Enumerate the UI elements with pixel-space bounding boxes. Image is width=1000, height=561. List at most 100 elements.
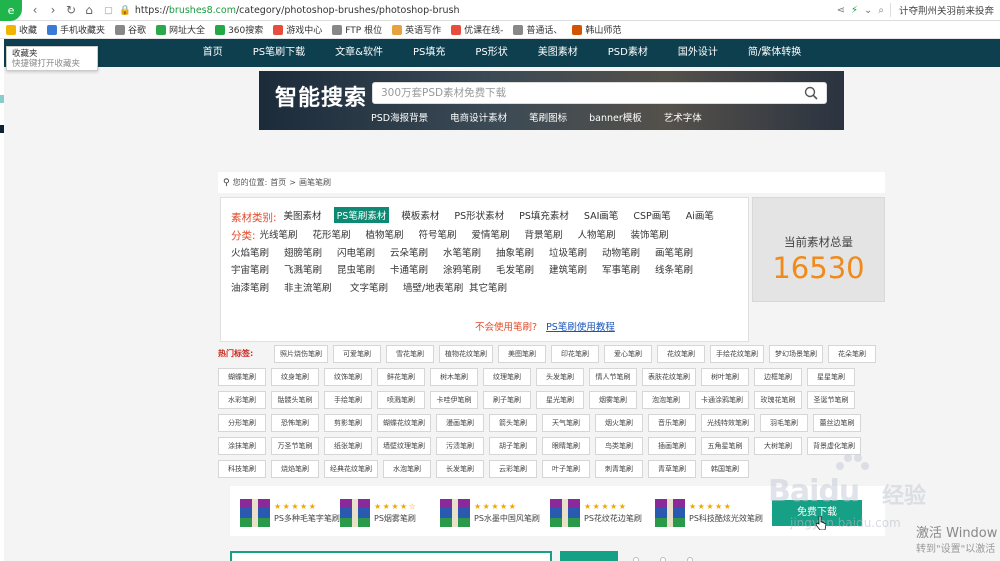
hot-tag[interactable]: 剪影笔刷 — [324, 414, 372, 432]
site-nav-item[interactable]: 国外设计 — [663, 39, 733, 67]
hot-tag[interactable]: 边框笔刷 — [754, 368, 802, 386]
recommend-item[interactable]: ★★★★★ PS科技酷炫光效笔刷 — [655, 498, 763, 528]
bookmark-item[interactable]: 网址大全 — [156, 23, 205, 36]
bottom-search-button[interactable] — [560, 551, 618, 561]
recommend-item[interactable]: ★★★★★ PS水墨中国风笔刷 — [440, 498, 540, 528]
hot-tag[interactable]: 纸张笔刷 — [324, 437, 372, 455]
hot-tag[interactable]: 手绘笔刷 — [324, 391, 372, 409]
site-nav-item[interactable]: PSD素材 — [593, 39, 663, 67]
hot-tag[interactable]: 经典花纹笔刷 — [324, 460, 378, 478]
hot-tag[interactable]: 骷髅头笔刷 — [271, 391, 319, 409]
subcategory-item[interactable]: 火焰笔刷 — [231, 245, 284, 263]
subcategory-item[interactable]: 光线笔刷 — [260, 227, 313, 245]
hot-tag[interactable]: 刺青笔刷 — [595, 460, 643, 478]
search-icon[interactable] — [804, 86, 818, 100]
refresh-icon[interactable]: ↻ — [62, 1, 80, 19]
hot-tag[interactable]: 树木笔刷 — [430, 368, 478, 386]
subcategory-item[interactable]: 云朵笔刷 — [390, 245, 443, 263]
subcategory-item[interactable]: 卡通笔刷 — [390, 262, 443, 280]
hot-tag[interactable]: 花朵笔刷 — [828, 345, 876, 363]
bookmark-item[interactable]: 韩山师范 — [572, 23, 621, 36]
hot-tag[interactable]: 纹身笔刷 — [271, 368, 319, 386]
subcategory-item[interactable]: 画笔笔刷 — [655, 245, 708, 263]
hot-tag[interactable]: 漫画笔刷 — [436, 414, 484, 432]
bolt-icon[interactable]: ⚡ — [851, 5, 858, 16]
hot-tag[interactable]: 情人节笔刷 — [589, 368, 637, 386]
site-nav-item[interactable]: 文章&软件 — [320, 39, 398, 67]
hot-tag[interactable]: 墙壁纹理笔刷 — [377, 437, 431, 455]
hot-tag[interactable]: 美图笔刷 — [498, 345, 546, 363]
subcategory-item[interactable]: 线条笔刷 — [655, 262, 708, 280]
material-type-option[interactable]: PS填充素材 — [516, 207, 572, 223]
banner-link[interactable]: 笔刷图标 — [529, 110, 567, 124]
hot-tag[interactable]: 音乐笔刷 — [648, 414, 696, 432]
bookmark-item[interactable]: 谷歌 — [115, 23, 146, 36]
dropdown-icon[interactable]: ⌄ — [864, 5, 872, 16]
subcategory-item[interactable]: 垃圾笔刷 — [549, 245, 602, 263]
recommend-item[interactable]: ★★★★☆ PS烟雾笔刷 — [340, 498, 417, 528]
address-bar[interactable]: ▢ 🔒 https:// brushes8.com /category/phot… — [104, 2, 837, 19]
hot-tag[interactable]: 刷子笔刷 — [483, 391, 531, 409]
material-type-option[interactable]: 模板素材 — [398, 207, 442, 223]
breadcrumb-home[interactable]: 首页 — [270, 177, 286, 188]
hot-tag[interactable]: 蝴蝶笔刷 — [218, 368, 266, 386]
subcategory-item[interactable]: 人物笔刷 — [578, 227, 631, 245]
subcategory-item[interactable]: 昆虫笔刷 — [337, 262, 390, 280]
subcategory-item[interactable]: 抽象笔刷 — [496, 245, 549, 263]
sidebar-marker[interactable] — [0, 125, 4, 133]
forward-icon[interactable]: › — [44, 1, 62, 19]
pager-dot[interactable] — [687, 557, 693, 561]
banner-search-input[interactable]: 300万套PSD素材免费下载 — [372, 82, 827, 104]
banner-link[interactable]: banner模板 — [589, 110, 642, 124]
hot-tag[interactable]: 星光笔刷 — [536, 391, 584, 409]
material-type-option[interactable]: SAI画笔 — [581, 207, 622, 223]
hot-tag[interactable]: 雪花笔刷 — [386, 345, 434, 363]
hot-tag[interactable]: 蕾丝边笔刷 — [813, 414, 861, 432]
hot-tag[interactable]: 烟火笔刷 — [595, 414, 643, 432]
site-nav-item[interactable]: PS笔刷下载 — [238, 39, 320, 67]
subcategory-item[interactable]: 毛发笔刷 — [496, 262, 549, 280]
banner-link[interactable]: 电商设计素材 — [450, 110, 507, 124]
bookmark-item[interactable]: 手机收藏夹 — [47, 23, 105, 36]
hot-tag[interactable]: 分形笔刷 — [218, 414, 266, 432]
hot-tag[interactable]: 青草笔刷 — [648, 460, 696, 478]
material-type-option[interactable]: PS笔刷素材 — [333, 207, 390, 223]
subcategory-item[interactable]: 非主流笔刷 — [284, 280, 350, 298]
hot-tag[interactable]: 鲜花笔刷 — [377, 368, 425, 386]
sidebar-marker[interactable] — [0, 95, 4, 103]
hot-tag[interactable]: 卡哇伊笔刷 — [430, 391, 478, 409]
hot-tag[interactable]: 纹饰笔刷 — [324, 368, 372, 386]
bottom-search-input[interactable] — [230, 551, 552, 561]
search-suggestion[interactable]: 计夺荆州关羽前来投奔 — [889, 3, 994, 17]
hot-tag[interactable]: 树叶笔刷 — [701, 368, 749, 386]
subcategory-item[interactable]: 装饰笔刷 — [631, 227, 684, 245]
subcategory-item[interactable]: 油漆笔刷 — [231, 280, 284, 298]
hot-tag[interactable]: 玫瑰花笔刷 — [754, 391, 802, 409]
pager-dot[interactable] — [633, 557, 639, 561]
site-nav-item[interactable]: 简/繁体转换 — [733, 39, 816, 67]
hot-tag[interactable]: 科技笔刷 — [218, 460, 266, 478]
hot-tag[interactable]: 头发笔刷 — [536, 368, 584, 386]
hot-tag[interactable]: 长发笔刷 — [436, 460, 484, 478]
bookmark-item[interactable]: 收藏 — [6, 23, 37, 36]
material-type-option[interactable]: PS形状素材 — [451, 207, 507, 223]
site-nav-item[interactable]: 美图素材 — [523, 39, 593, 67]
pager-dot[interactable] — [660, 557, 666, 561]
hot-tag[interactable]: 水泡笔刷 — [383, 460, 431, 478]
subcategory-item[interactable]: 建筑笔刷 — [549, 262, 602, 280]
hot-tag[interactable]: 万圣节笔刷 — [271, 437, 319, 455]
subcategory-item[interactable]: 其它笔刷 — [469, 280, 522, 298]
recommend-item[interactable]: ★★★★★ PS花纹花边笔刷 — [550, 498, 642, 528]
hot-tag[interactable]: 纹理笔刷 — [483, 368, 531, 386]
bookmark-item[interactable]: 360搜索 — [215, 23, 263, 36]
hot-tag[interactable]: 韩国笔刷 — [701, 460, 749, 478]
hot-tag[interactable]: 水彩笔刷 — [218, 391, 266, 409]
hot-tag[interactable]: 手绘花纹笔刷 — [710, 345, 764, 363]
hot-tag[interactable]: 卡通涂鸦笔刷 — [695, 391, 749, 409]
hot-tag[interactable]: 印花笔刷 — [551, 345, 599, 363]
site-nav-item[interactable]: PS填充 — [398, 39, 460, 67]
hot-tag[interactable]: 星星笔刷 — [807, 368, 855, 386]
subcategory-item[interactable]: 翅膀笔刷 — [284, 245, 337, 263]
bookmark-item[interactable]: FTP 根位 — [332, 23, 382, 36]
hot-tag[interactable]: 光线特效笔刷 — [701, 414, 755, 432]
